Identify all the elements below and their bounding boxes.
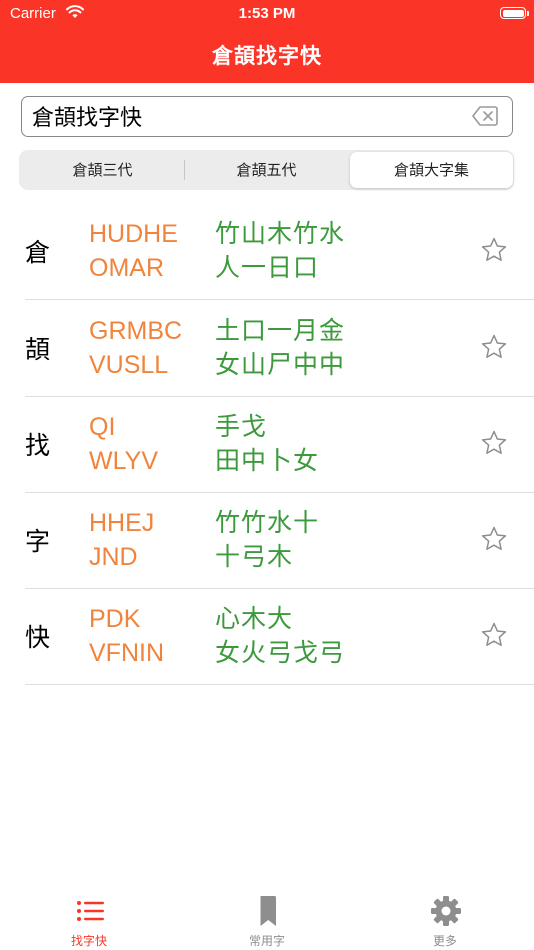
tab-label: 找字快: [70, 934, 107, 948]
tab-bar: 找字快 常用字 更多: [0, 880, 534, 950]
star-icon[interactable]: [480, 333, 508, 361]
result-row[interactable]: 字 HHEJ JND 竹竹水十 十弓木: [25, 492, 534, 589]
cangjie-code: GRMBC: [89, 317, 183, 345]
input-method-segmented-control: 倉頡三代 倉頡五代 倉頡大字集: [19, 150, 514, 190]
cangjie-code: OMAR: [89, 254, 164, 282]
search-input[interactable]: [32, 97, 462, 135]
result-row[interactable]: 倉 HUDHE OMAR 竹山木竹水 人一日口: [25, 203, 534, 300]
tab-more[interactable]: 更多: [356, 880, 534, 950]
segment-cangjie-5[interactable]: 倉頡五代: [185, 152, 348, 188]
clock: 1:53 PM: [238, 5, 296, 22]
cangjie-code: HUDHE: [89, 220, 178, 248]
page-title: 倉頡找字快: [212, 44, 322, 68]
tab-label: 更多: [432, 934, 457, 948]
gear-icon: [431, 896, 461, 926]
radical-sequence: 手戈: [215, 412, 268, 441]
cangjie-codes: GRMBC VUSLL: [89, 314, 182, 382]
result-row[interactable]: 頡 GRMBC VUSLL 土口一月金 女山尸中中: [25, 300, 534, 397]
result-character: 頡: [25, 335, 51, 364]
radical-sequence: 田中卜女: [215, 446, 320, 475]
navigation-bar: Carrier 1:53 PM 倉頡找字快: [0, 0, 534, 83]
radical-sequence: 女火弓戈弓: [215, 638, 346, 667]
radical-sequence: 土口一月金: [215, 316, 346, 345]
battery-icon: [500, 7, 529, 19]
radical-sequence: 女山尸中中: [215, 350, 346, 379]
cangjie-code: VUSLL: [89, 351, 169, 379]
cangjie-radicals: 竹竹水十 十弓木: [215, 506, 319, 574]
radical-sequence: 竹竹水十: [215, 508, 320, 537]
status-bar: Carrier 1:53 PM: [0, 0, 534, 28]
list-icon: [77, 901, 104, 921]
cangjie-radicals: 手戈 田中卜女: [215, 410, 319, 478]
result-character: 字: [25, 527, 51, 556]
cangjie-codes: PDK VFNIN: [89, 602, 164, 670]
tab-common-characters[interactable]: 常用字: [178, 880, 356, 950]
cangjie-codes: HHEJ JND: [89, 506, 154, 574]
cangjie-code: QI: [89, 413, 116, 441]
radical-sequence: 竹山木竹水: [215, 219, 346, 248]
cangjie-code: HHEJ: [89, 509, 155, 537]
cangjie-codes: HUDHE OMAR: [89, 217, 178, 285]
result-row[interactable]: 快 PDK VFNIN 心木大 女火弓戈弓: [25, 588, 534, 685]
tab-find-character[interactable]: 找字快: [0, 880, 178, 950]
bookmark-icon: [260, 896, 276, 926]
cangjie-code: PDK: [89, 605, 141, 633]
segment-cangjie-3[interactable]: 倉頡三代: [21, 152, 184, 188]
segment-cangjie-large-set[interactable]: 倉頡大字集: [350, 152, 513, 188]
cangjie-code: JND: [89, 543, 138, 571]
star-icon[interactable]: [480, 236, 508, 264]
result-character: 找: [25, 431, 51, 460]
cangjie-codes: QI WLYV: [89, 410, 158, 478]
star-icon[interactable]: [480, 429, 508, 457]
cangjie-code: VFNIN: [89, 639, 164, 667]
cangjie-radicals: 土口一月金 女山尸中中: [215, 314, 345, 382]
cangjie-code: WLYV: [89, 447, 158, 475]
tab-label: 常用字: [248, 934, 285, 948]
radical-sequence: 十弓木: [215, 542, 294, 571]
radical-sequence: 心木大: [215, 604, 294, 633]
cangjie-radicals: 竹山木竹水 人一日口: [215, 217, 345, 285]
result-character: 倉: [25, 238, 51, 267]
radical-sequence: 人一日口: [215, 253, 320, 282]
result-row[interactable]: 找 QI WLYV 手戈 田中卜女: [25, 396, 534, 493]
star-icon[interactable]: [480, 621, 508, 649]
star-icon[interactable]: [480, 525, 508, 553]
cangjie-radicals: 心木大 女火弓戈弓: [215, 602, 345, 670]
result-character: 快: [25, 623, 51, 652]
clear-text-icon[interactable]: [472, 106, 498, 126]
search-field[interactable]: [21, 96, 513, 137]
